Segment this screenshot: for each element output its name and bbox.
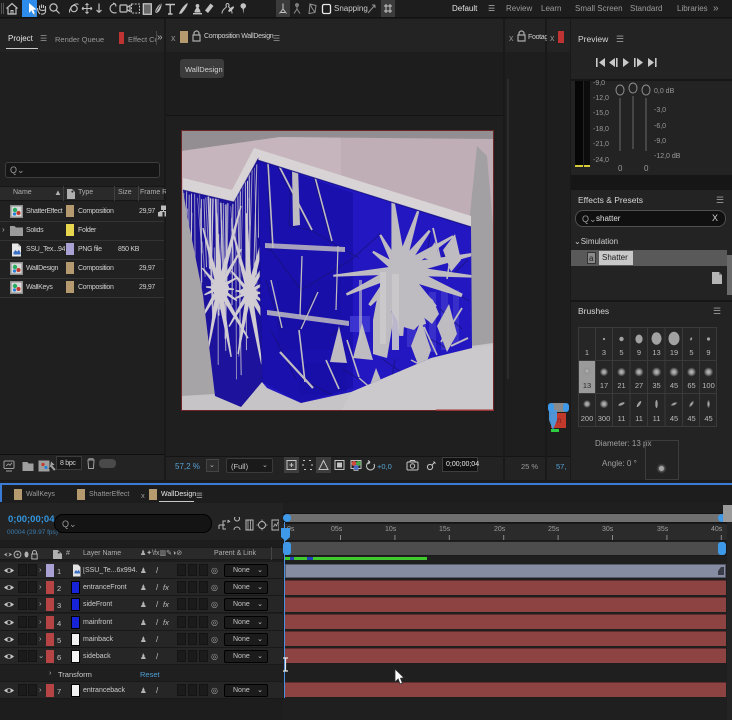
svg-text:5: 5 xyxy=(689,348,693,357)
svg-text:3: 3 xyxy=(602,348,606,357)
svg-text:19: 19 xyxy=(670,348,678,357)
svg-text:45: 45 xyxy=(670,381,678,390)
svg-text:0: 0 xyxy=(644,164,649,173)
svg-text:5: 5 xyxy=(619,348,623,357)
svg-text:27: 27 xyxy=(635,381,643,390)
svg-text:11: 11 xyxy=(618,414,626,423)
svg-text:11: 11 xyxy=(635,414,643,423)
svg-text:13: 13 xyxy=(583,381,591,390)
svg-text:11: 11 xyxy=(653,414,661,423)
svg-text:45: 45 xyxy=(687,414,695,423)
svg-text:65: 65 xyxy=(687,381,695,390)
svg-text:300: 300 xyxy=(598,414,611,423)
svg-text:100: 100 xyxy=(702,381,715,390)
svg-text:17: 17 xyxy=(600,381,608,390)
svg-text:0: 0 xyxy=(618,164,623,173)
svg-text:200: 200 xyxy=(581,414,594,423)
svg-text:1: 1 xyxy=(585,348,589,357)
svg-text:45: 45 xyxy=(670,414,678,423)
svg-text:9: 9 xyxy=(706,348,710,357)
svg-text:21: 21 xyxy=(617,381,625,390)
svg-text:13: 13 xyxy=(652,348,660,357)
svg-text:9: 9 xyxy=(637,348,641,357)
svg-text:35: 35 xyxy=(652,381,660,390)
svg-text:45: 45 xyxy=(704,414,712,423)
